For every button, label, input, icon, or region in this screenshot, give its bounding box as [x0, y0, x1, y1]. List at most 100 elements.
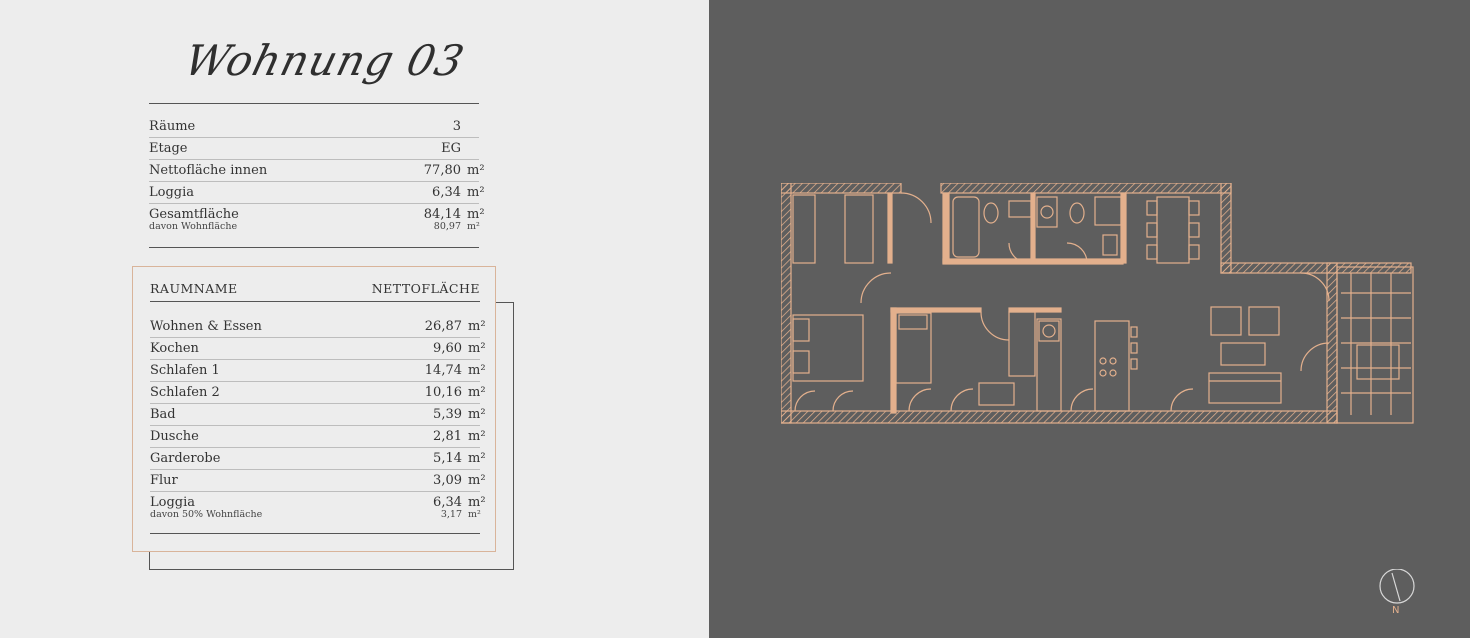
sink — [1102, 234, 1118, 256]
room-label: Garderobe — [150, 451, 221, 466]
room-unit: m² — [468, 429, 486, 444]
wardrobe — [792, 194, 816, 264]
room-label: Wohnen & Essen — [150, 319, 262, 334]
washer-drum — [1040, 205, 1054, 219]
total-value: 84,14 — [423, 207, 461, 222]
window-swing — [950, 388, 974, 412]
pillow — [792, 350, 810, 374]
row-value: EG — [441, 141, 461, 156]
desk — [978, 382, 1015, 406]
room-value: 26,87 — [424, 319, 462, 334]
window-swing — [908, 388, 932, 412]
room-label: Kochen — [150, 341, 199, 356]
sink — [1038, 320, 1060, 342]
interior-wall — [1008, 307, 1062, 313]
compass-label: N — [1392, 605, 1400, 616]
summary-row: Etage EG — [149, 138, 479, 160]
chair — [1188, 200, 1200, 216]
room-table-header: RAUMNAME NETTOFLÄCHE — [150, 281, 480, 302]
total-sub-label: davon Wohnfläche — [149, 221, 238, 232]
stool — [1130, 358, 1138, 370]
room-unit: m² — [468, 451, 486, 466]
loggia-sub-unit: m² — [468, 509, 481, 520]
total-unit: m² — [467, 207, 485, 222]
chair — [1188, 244, 1200, 260]
loggia-label: Loggia — [150, 495, 196, 510]
door-swing — [1300, 272, 1330, 302]
wall — [781, 183, 902, 194]
bed — [792, 314, 864, 382]
row-unit — [467, 119, 479, 134]
header-net-area: NETTOFLÄCHE — [371, 281, 480, 296]
window-swing — [1170, 388, 1194, 412]
room-value: 9,60 — [433, 341, 462, 356]
loggia-sub-label: davon 50% Wohnfläche — [150, 509, 263, 520]
hob — [1109, 357, 1117, 365]
total-row: Gesamtfläche davon Wohnfläche 84,14 m² 80… — [149, 204, 485, 244]
total-label: Gesamtfläche — [149, 207, 239, 222]
header-room-name: RAUMNAME — [150, 281, 238, 296]
armchair — [1248, 306, 1280, 336]
chair — [1188, 222, 1200, 238]
room-row: Flur 3,09 m² — [150, 470, 486, 492]
door-swing — [860, 272, 892, 304]
row-unit — [467, 141, 479, 156]
room-row: Dusche 2,81 m² — [150, 426, 486, 448]
loggia-unit: m² — [468, 495, 486, 510]
window-swing — [794, 390, 816, 412]
row-label: Etage — [149, 141, 188, 156]
kitchen-counter — [1036, 318, 1062, 412]
wardrobe — [844, 194, 874, 264]
room-value: 2,81 — [433, 429, 462, 444]
total-sub-value: 80,97 — [433, 221, 461, 232]
room-unit: m² — [468, 385, 486, 400]
interior-wall — [1120, 192, 1127, 264]
armchair — [1210, 306, 1242, 336]
door-swing — [1300, 342, 1330, 372]
floor-plan — [781, 183, 1414, 424]
bathtub — [952, 196, 980, 258]
stool — [1130, 326, 1138, 338]
stool — [1130, 342, 1138, 354]
wall — [940, 183, 1232, 194]
room-label: Flur — [150, 473, 178, 488]
interior-wall — [887, 192, 893, 264]
room-unit: m² — [468, 341, 486, 356]
row-value: 77,80 — [423, 163, 461, 178]
room-row: Garderobe 5,14 m² — [150, 448, 486, 470]
hob — [1099, 357, 1107, 365]
room-value: 14,74 — [424, 363, 462, 378]
summary-row: Loggia 6,34 m² — [149, 182, 485, 204]
row-label: Loggia — [149, 185, 195, 200]
wardrobe — [1008, 311, 1036, 377]
coffee-table — [1220, 342, 1266, 366]
total-sub-unit: m² — [467, 221, 480, 232]
interior-wall — [890, 307, 897, 414]
room-value: 5,39 — [433, 407, 462, 422]
room-value: 3,09 — [433, 473, 462, 488]
room-row: Schlafen 1 14,74 m² — [150, 360, 486, 382]
bed — [895, 312, 932, 384]
chair — [1146, 222, 1158, 238]
room-label: Dusche — [150, 429, 199, 444]
door-swing — [980, 311, 1010, 341]
room-unit: m² — [468, 407, 486, 422]
apartment-title: Wohnung 03 — [179, 36, 470, 85]
dining-table — [1156, 196, 1190, 264]
room-label: Bad — [150, 407, 176, 422]
washer — [1036, 196, 1058, 228]
row-value: 3 — [452, 119, 461, 134]
divider — [149, 103, 479, 104]
divider — [150, 533, 480, 534]
room-unit: m² — [468, 473, 486, 488]
hob — [1109, 369, 1117, 377]
window-swing — [832, 390, 854, 412]
summary-row: Räume 3 — [149, 116, 479, 138]
loggia-table — [1356, 344, 1400, 380]
row-unit: m² — [467, 185, 485, 200]
room-row: Bad 5,39 m² — [150, 404, 486, 426]
sink — [1008, 200, 1032, 218]
room-label: Schlafen 1 — [150, 363, 220, 378]
door-swing — [900, 192, 932, 224]
row-label: Nettofläche innen — [149, 163, 268, 178]
